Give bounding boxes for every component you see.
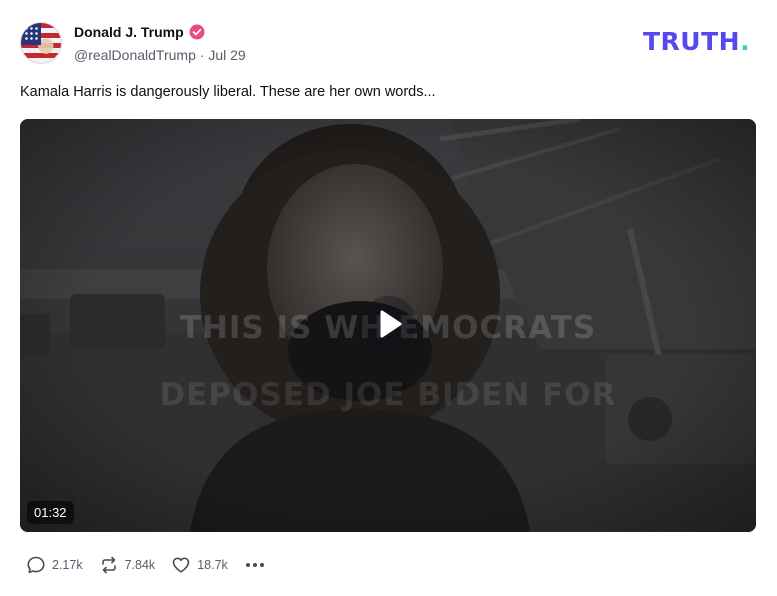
like-count: 18.7k (197, 558, 228, 572)
author-avatar[interactable] (20, 22, 62, 64)
more-icon (245, 563, 264, 567)
play-icon (380, 310, 402, 338)
verified-badge-icon (189, 24, 205, 40)
retruth-icon (101, 556, 116, 574)
video-player[interactable]: THIS IS WH EMOCRATS DEPOSED JOE BIDEN FO… (20, 119, 756, 532)
retruth-button[interactable]: 7.84k (99, 555, 156, 575)
truth-logo[interactable]: TRUTH. (643, 27, 750, 56)
post-actions: 2.17k 7.84k 18.7k (26, 555, 266, 575)
flag-canton (21, 23, 41, 45)
reply-count: 2.17k (52, 558, 83, 572)
logo-dot: . (740, 27, 751, 56)
retruth-count: 7.84k (124, 558, 156, 572)
handle-date-separator: · (195, 47, 209, 63)
video-caption-line-2: DEPOSED JOE BIDEN FOR (159, 377, 617, 413)
post-text: Kamala Harris is dangerously liberal. Th… (20, 84, 436, 100)
reply-button[interactable]: 2.17k (26, 555, 83, 575)
post-date[interactable]: Jul 29 (208, 47, 245, 63)
more-options-button[interactable] (244, 555, 266, 575)
like-button[interactable]: 18.7k (171, 555, 228, 575)
author-name[interactable]: Donald J. Trump (74, 24, 184, 40)
play-button[interactable] (361, 296, 417, 352)
author-handle-row: @realDonaldTrump · Jul 29 (74, 47, 246, 65)
truth-post: Donald J. Trump @realDonaldTrump · Jul 2… (0, 0, 777, 596)
reply-icon (27, 556, 45, 574)
author-name-row: Donald J. Trump (74, 22, 246, 42)
post-author-block: Donald J. Trump @realDonaldTrump · Jul 2… (74, 22, 246, 65)
author-handle[interactable]: @realDonaldTrump (74, 47, 196, 63)
video-duration-badge: 01:32 (27, 501, 74, 524)
logo-text: TRUTH (643, 27, 741, 56)
heart-icon (172, 557, 190, 573)
